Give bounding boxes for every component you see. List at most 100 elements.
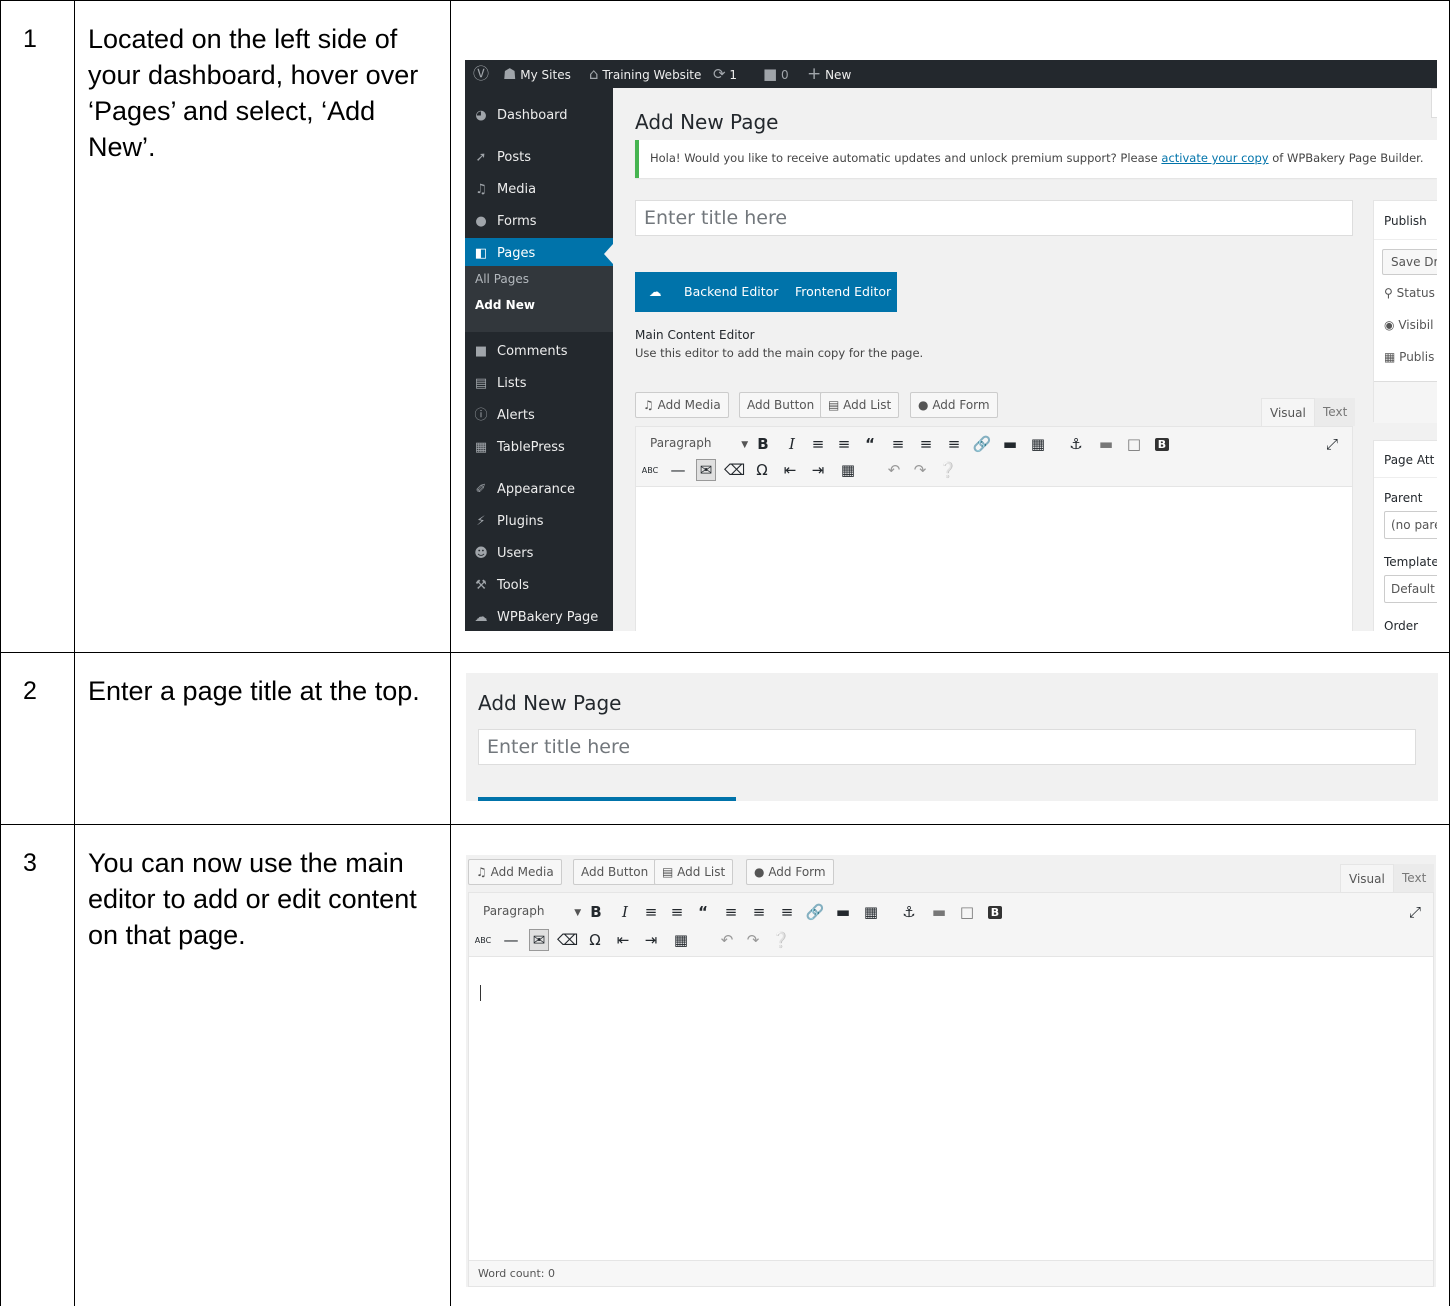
sidebar-item-posts[interactable]: ➚ Posts: [465, 142, 613, 174]
content-editor[interactable]: Paragraph ▼ B I ≡ ≡ “ ≡ ≡ ≡ 🔗 ▬ ▦ ⚓ ▬ □ …: [635, 426, 1353, 631]
comments-link[interactable]: ■ 0: [763, 60, 789, 88]
clear-formatting-icon[interactable]: ⌫: [557, 930, 578, 950]
add-media-button[interactable]: ♫ Add Media: [468, 859, 562, 885]
read-more-icon[interactable]: ▬: [833, 902, 853, 922]
parent-select[interactable]: (no pare: [1384, 511, 1437, 539]
special-character-icon[interactable]: Ω: [752, 460, 772, 480]
title-input[interactable]: Enter title here: [478, 729, 1416, 765]
align-center-icon[interactable]: ≡: [749, 902, 769, 922]
title-input[interactable]: Enter title here: [635, 200, 1353, 236]
tab-text[interactable]: Text: [1394, 864, 1435, 892]
add-button-button[interactable]: Add Button: [739, 392, 823, 418]
redo-icon[interactable]: ↷: [743, 930, 763, 950]
bootstrap-icon[interactable]: B: [985, 901, 1005, 923]
paste-text-icon[interactable]: ✉: [696, 459, 716, 481]
new-content-link[interactable]: + New: [807, 60, 851, 88]
strikethrough-icon[interactable]: ABC: [640, 461, 660, 481]
numbered-list-icon[interactable]: ≡: [834, 434, 854, 454]
add-media-button[interactable]: ♫ Add Media: [635, 392, 729, 418]
sidebar-item-users[interactable]: ☻ Users: [465, 538, 613, 570]
box-icon[interactable]: □: [957, 902, 977, 922]
wordpress-logo-icon[interactable]: Ⓥ: [473, 60, 489, 88]
sidebar-item-wpbakery[interactable]: ☁ WPBakery Page: [465, 602, 613, 631]
align-right-icon[interactable]: ≡: [777, 902, 797, 922]
table-icon[interactable]: ▦: [671, 930, 691, 950]
align-left-icon[interactable]: ≡: [888, 434, 908, 454]
horizontal-line-icon[interactable]: —: [501, 930, 521, 950]
anchor-icon[interactable]: ⚓: [899, 902, 919, 922]
sidebar-item-appearance[interactable]: ✐ Appearance: [465, 474, 613, 506]
submenu-item-add-new[interactable]: Add New: [475, 298, 535, 312]
fullscreen-icon[interactable]: ⤢: [1405, 902, 1425, 922]
lists-icon: ▤: [828, 398, 840, 412]
toolbar-toggle-icon[interactable]: ▦: [1028, 434, 1048, 454]
add-form-button[interactable]: ● Add Form: [910, 392, 998, 418]
bootstrap-icon[interactable]: B: [1152, 433, 1172, 455]
sidebar-item-media[interactable]: ♫ Media: [465, 174, 613, 206]
align-left-icon[interactable]: ≡: [721, 902, 741, 922]
strikethrough-icon[interactable]: ABC: [473, 931, 493, 951]
sidebar-item-tools[interactable]: ⚒ Tools: [465, 570, 613, 602]
add-form-button[interactable]: ● Add Form: [746, 859, 834, 885]
sidebar-item-alerts[interactable]: ⓘ Alerts: [465, 400, 613, 432]
indent-icon[interactable]: ⇥: [641, 930, 661, 950]
add-button-button[interactable]: Add Button: [573, 859, 657, 885]
add-list-button[interactable]: ▤ Add List: [654, 859, 734, 885]
anchor-icon[interactable]: ⚓: [1066, 434, 1086, 454]
activate-copy-link[interactable]: activate your copy: [1161, 151, 1268, 165]
numbered-list-icon[interactable]: ≡: [667, 902, 687, 922]
my-sites-link[interactable]: ☗ My Sites: [503, 60, 571, 88]
paste-text-icon[interactable]: ✉: [529, 929, 549, 951]
bold-icon[interactable]: B: [586, 902, 606, 922]
italic-icon[interactable]: I: [615, 902, 635, 922]
format-select[interactable]: Paragraph ▼: [483, 904, 581, 918]
save-draft-button[interactable]: Save Dra: [1382, 249, 1437, 275]
table-icon[interactable]: ▦: [838, 460, 858, 480]
sidebar-item-comments[interactable]: ■ Comments: [465, 336, 613, 368]
link-icon[interactable]: 🔗: [972, 434, 992, 454]
frontend-editor-button[interactable]: Frontend Editor: [795, 272, 891, 312]
site-name-link[interactable]: ⌂ Training Website: [589, 60, 701, 88]
outdent-icon[interactable]: ⇤: [613, 930, 633, 950]
bullet-list-icon[interactable]: ≡: [641, 902, 661, 922]
outdent-icon[interactable]: ⇤: [780, 460, 800, 480]
align-center-icon[interactable]: ≡: [916, 434, 936, 454]
updates-link[interactable]: ⟳ 1: [713, 60, 737, 88]
help-icon[interactable]: ❔: [771, 930, 791, 950]
undo-icon[interactable]: ↶: [884, 460, 904, 480]
bullet-list-icon[interactable]: ≡: [808, 434, 828, 454]
fullscreen-icon[interactable]: ⤢: [1322, 434, 1342, 454]
clear-formatting-icon[interactable]: ⌫: [724, 460, 745, 480]
box-icon[interactable]: □: [1124, 434, 1144, 454]
template-select[interactable]: Default: [1384, 575, 1437, 603]
add-list-button[interactable]: ▤ Add List: [820, 392, 900, 418]
blockquote-icon[interactable]: “: [860, 434, 880, 454]
read-more-icon[interactable]: ▬: [1000, 434, 1020, 454]
submenu-item-all-pages[interactable]: All Pages: [475, 272, 529, 286]
backend-editor-button[interactable]: Backend Editor: [684, 272, 778, 312]
special-character-icon[interactable]: Ω: [585, 930, 605, 950]
comment-block-icon[interactable]: ▬: [929, 902, 949, 922]
sidebar-item-plugins[interactable]: ⚡ Plugins: [465, 506, 613, 538]
sidebar-item-lists[interactable]: ▤ Lists: [465, 368, 613, 400]
format-select[interactable]: Paragraph ▼: [650, 436, 748, 450]
undo-icon[interactable]: ↶: [717, 930, 737, 950]
horizontal-line-icon[interactable]: —: [668, 460, 688, 480]
sidebar-item-tablepress[interactable]: ▦ TablePress: [465, 432, 613, 464]
toolbar-toggle-icon[interactable]: ▦: [861, 902, 881, 922]
tab-visual[interactable]: Visual: [1340, 864, 1394, 892]
blockquote-icon[interactable]: “: [693, 902, 713, 922]
redo-icon[interactable]: ↷: [910, 460, 930, 480]
link-icon[interactable]: 🔗: [805, 902, 825, 922]
tab-text[interactable]: Text: [1315, 398, 1356, 426]
sidebar-item-forms[interactable]: ● Forms: [465, 206, 613, 238]
align-right-icon[interactable]: ≡: [944, 434, 964, 454]
bold-icon[interactable]: B: [753, 434, 773, 454]
comment-block-icon[interactable]: ▬: [1096, 434, 1116, 454]
help-icon[interactable]: ❔: [938, 460, 958, 480]
content-editor[interactable]: Paragraph ▼ B I ≡ ≡ “ ≡ ≡ ≡ 🔗 ▬ ▦ ⚓ ▬ □ …: [468, 892, 1434, 1287]
italic-icon[interactable]: I: [782, 434, 802, 454]
sidebar-item-dashboard[interactable]: ◕ Dashboard: [465, 100, 613, 132]
indent-icon[interactable]: ⇥: [808, 460, 828, 480]
tab-visual[interactable]: Visual: [1261, 398, 1315, 426]
